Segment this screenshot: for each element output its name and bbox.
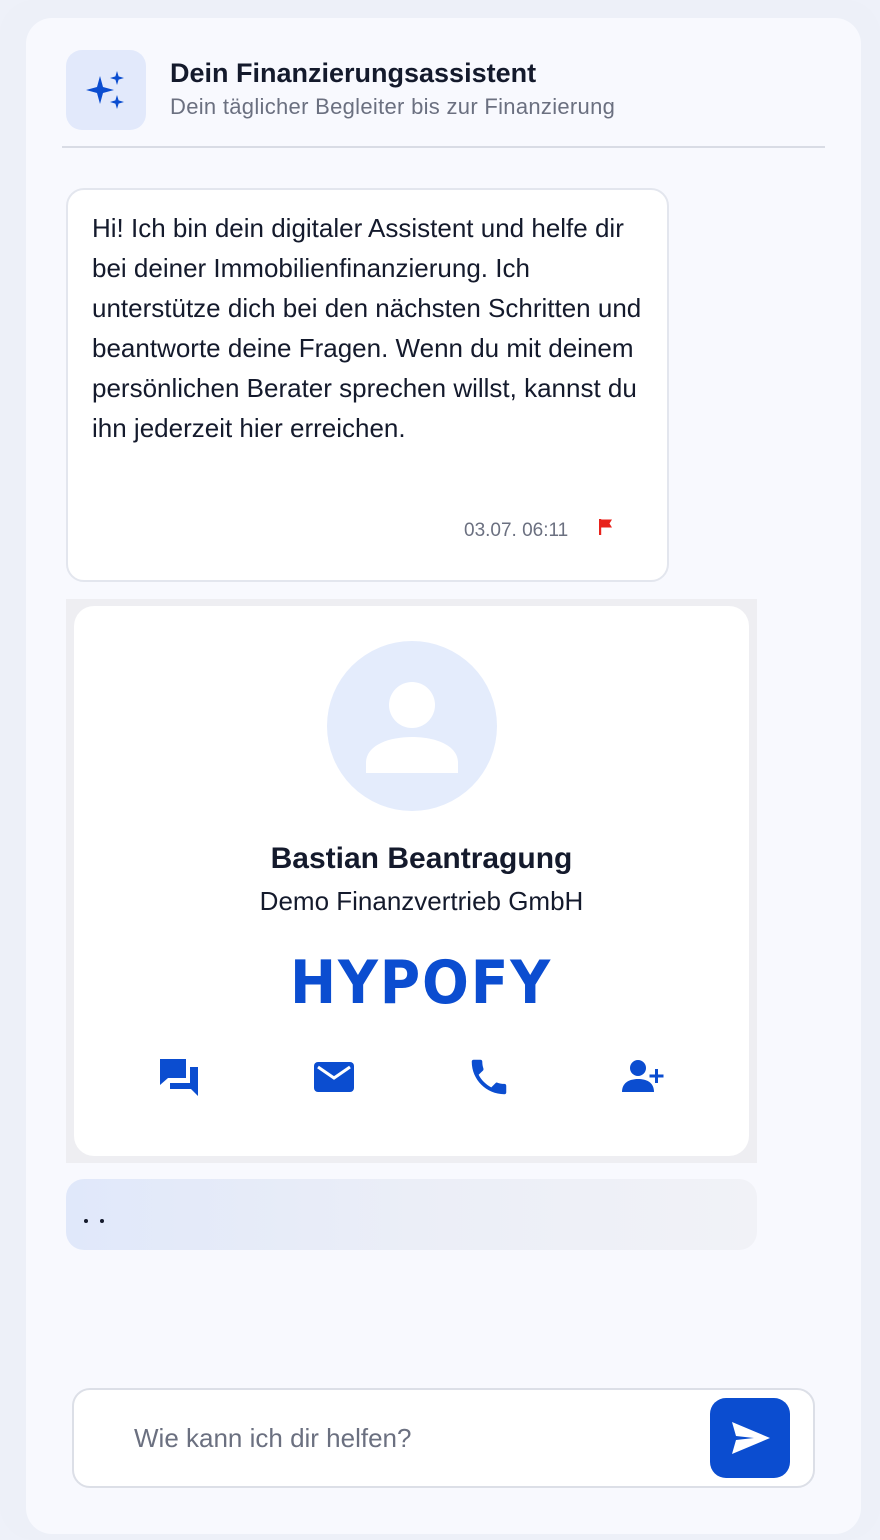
contact-name: Bastian Beantragung [270,842,573,875]
send-icon [732,1422,770,1454]
contact-card-container: Bastian Beantragung Demo Finanzvertrieb … [66,599,757,1163]
mail-icon [314,1062,354,1092]
chat-icon [160,1059,198,1096]
add-contact-button[interactable] [616,1050,670,1104]
phone-button[interactable] [462,1050,516,1104]
chat-input-bar [72,1388,815,1488]
typing-dot [100,1219,104,1223]
contact-card: Bastian Beantragung Demo Finanzvertrieb … [74,606,749,1156]
phone-icon [471,1059,507,1095]
flag-icon[interactable] [596,517,616,537]
contact-company: Demo Finanzvertrieb GmbH [259,886,584,916]
app-shell: Dein Finanzierungsassistent Dein täglich… [0,0,880,1540]
assistant-title: Dein Finanzierungsassistent [170,58,537,88]
typing-dot [84,1219,88,1223]
avatar [327,641,497,811]
sparkles-icon [66,50,146,130]
send-button[interactable] [710,1398,790,1478]
message-timestamp: 03.07. 06:11 [464,520,569,541]
chat-panel: Dein Finanzierungsassistent Dein täglich… [26,18,861,1534]
mail-button[interactable] [307,1050,361,1104]
typing-indicator [66,1179,757,1250]
assistant-message: Hi! Ich bin dein digitaler Assistent und… [66,188,669,582]
chat-button[interactable] [152,1050,206,1104]
brand-name: HYPOFY [290,948,552,1008]
brand-logo: HYPOFY [290,948,552,1008]
chat-input[interactable] [134,1412,694,1464]
message-text: Hi! Ich bin dein digitaler Assistent und… [92,213,642,443]
chat-header: Dein Finanzierungsassistent Dein täglich… [62,48,825,148]
add-person-icon [622,1060,664,1092]
assistant-subtitle: Dein täglicher Begleiter bis zur Finanzi… [170,94,616,119]
